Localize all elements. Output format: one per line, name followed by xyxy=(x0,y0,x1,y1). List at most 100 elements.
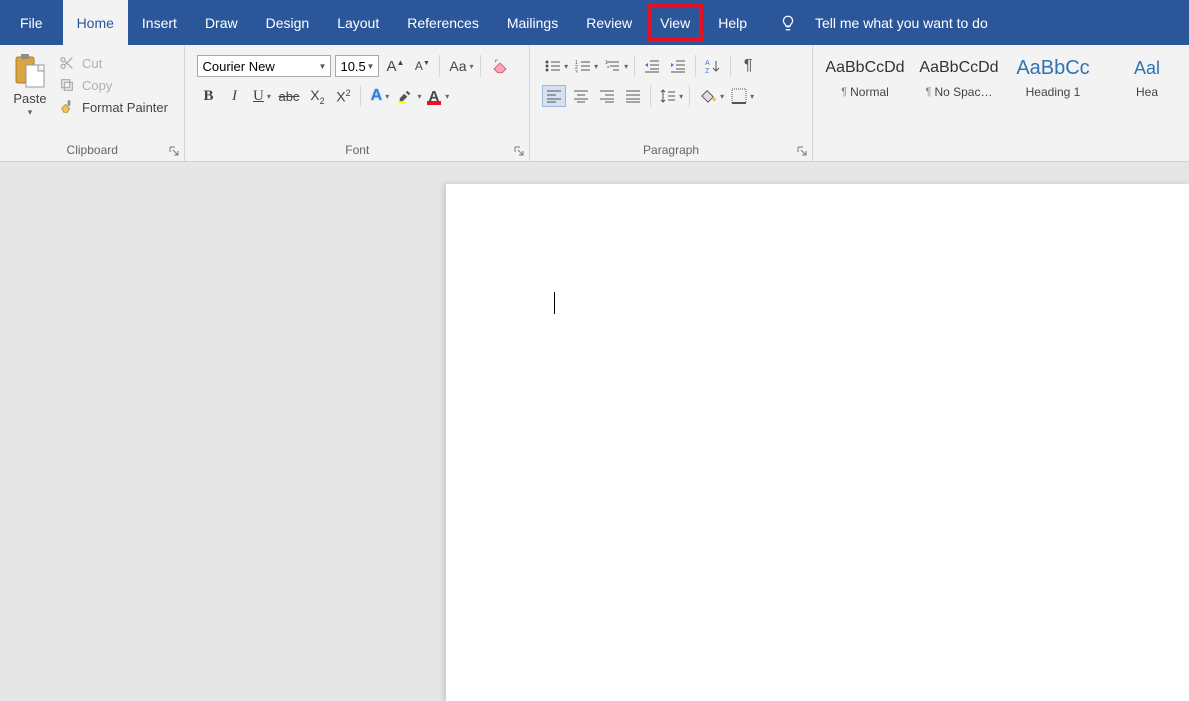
clipboard-launcher[interactable] xyxy=(168,145,180,157)
change-case-button[interactable]: Aa▾ xyxy=(446,55,473,77)
bold-button[interactable]: B xyxy=(197,85,219,107)
paste-dropdown-icon[interactable]: ▾ xyxy=(28,107,33,118)
sort-icon: AZ xyxy=(705,58,721,74)
italic-button[interactable]: I xyxy=(223,85,245,107)
font-launcher[interactable] xyxy=(513,145,525,157)
paragraph-launcher[interactable] xyxy=(796,145,808,157)
style-name: Heading 1 xyxy=(1026,85,1081,99)
clear-formatting-button[interactable] xyxy=(487,55,513,77)
svg-text:Z: Z xyxy=(705,68,710,74)
multilevel-list-button[interactable]: 1a▾ xyxy=(602,55,628,77)
document-workspace xyxy=(0,162,1189,701)
style-tile-3[interactable]: AalHea xyxy=(1105,51,1189,99)
style-sample: AaBbCcDd xyxy=(825,51,904,85)
font-size-combo[interactable]: 10.5 ▼ xyxy=(335,55,379,77)
show-hide-pilcrow-button[interactable]: ¶ xyxy=(737,55,759,77)
tab-mailings[interactable]: Mailings xyxy=(493,0,572,45)
tab-view[interactable]: View xyxy=(646,0,704,45)
increase-indent-button[interactable] xyxy=(667,55,689,77)
align-center-icon xyxy=(573,89,589,103)
format-painter-button[interactable]: Format Painter xyxy=(58,99,168,115)
borders-button[interactable]: ▾ xyxy=(728,85,754,107)
numbering-button[interactable]: 123▾ xyxy=(572,55,598,77)
tab-draw[interactable]: Draw xyxy=(191,0,252,45)
chevron-down-icon: ▼ xyxy=(319,62,327,71)
style-tile-1[interactable]: AaBbCcDd¶No Spac… xyxy=(917,51,1001,99)
shading-button[interactable]: ▾ xyxy=(696,85,724,107)
tab-design[interactable]: Design xyxy=(252,0,324,45)
ribbon-tabs: File Home Insert Draw Design Layout Refe… xyxy=(0,0,1189,45)
style-tile-2[interactable]: AaBbCcHeading 1 xyxy=(1011,51,1095,99)
justify-button[interactable] xyxy=(622,85,644,107)
lightbulb-icon xyxy=(761,0,805,45)
workspace-gutter xyxy=(0,162,446,701)
copy-button: Copy xyxy=(58,77,168,93)
tab-layout[interactable]: Layout xyxy=(323,0,393,45)
tab-references[interactable]: References xyxy=(393,0,493,45)
text-cursor xyxy=(554,292,555,314)
style-sample: AaBbCc xyxy=(1016,51,1089,85)
decrease-indent-button[interactable] xyxy=(641,55,663,77)
group-clipboard: Paste ▾ Cut Copy xyxy=(0,45,185,161)
tab-file[interactable]: File xyxy=(0,0,63,45)
tab-help[interactable]: Help xyxy=(704,0,761,45)
group-font: Courier New ▼ 10.5 ▼ A▲ A▼ Aa xyxy=(185,45,530,161)
strikethrough-button[interactable]: abc xyxy=(275,85,302,107)
cut-button: Cut xyxy=(58,55,168,71)
document-page[interactable] xyxy=(446,184,1189,701)
bullet-list-icon xyxy=(545,59,561,73)
underline-button[interactable]: U▾ xyxy=(249,85,271,107)
highlighter-icon xyxy=(396,87,414,105)
paste-icon xyxy=(14,53,46,89)
line-spacing-button[interactable]: ▾ xyxy=(657,85,683,107)
style-sample: AaBbCcDd xyxy=(919,51,998,85)
text-effects-button[interactable]: A▾ xyxy=(367,85,389,107)
align-center-button[interactable] xyxy=(570,85,592,107)
group-paragraph: ▾ 123▾ 1a▾ xyxy=(530,45,813,161)
shrink-font-button[interactable]: A▼ xyxy=(411,55,433,77)
svg-text:a: a xyxy=(607,64,610,69)
ribbon: Paste ▾ Cut Copy xyxy=(0,45,1189,162)
tab-review[interactable]: Review xyxy=(572,0,646,45)
eraser-icon xyxy=(490,57,510,75)
copy-icon xyxy=(58,77,76,93)
style-tile-0[interactable]: AaBbCcDd¶Normal xyxy=(823,51,907,99)
align-left-icon xyxy=(546,89,562,103)
group-label-clipboard: Clipboard xyxy=(0,141,184,161)
svg-text:3: 3 xyxy=(575,70,578,73)
style-name: ¶No Spac… xyxy=(926,85,993,99)
style-sample: Aal xyxy=(1134,51,1160,85)
align-right-icon xyxy=(599,89,615,103)
align-right-button[interactable] xyxy=(596,85,618,107)
paint-bucket-icon xyxy=(699,88,717,104)
paintbrush-icon xyxy=(58,99,76,115)
outdent-icon xyxy=(644,59,660,73)
grow-font-button[interactable]: A▲ xyxy=(383,55,407,77)
paste-button[interactable]: Paste ▾ xyxy=(6,49,54,118)
tell-me-search[interactable]: Tell me what you want to do xyxy=(805,0,998,45)
paste-label: Paste xyxy=(13,91,46,106)
subscript-button[interactable]: X2 xyxy=(306,85,328,107)
group-styles: AaBbCcDd¶NormalAaBbCcDd¶No Spac…AaBbCcHe… xyxy=(813,45,1189,161)
group-label-paragraph: Paragraph xyxy=(530,141,812,161)
group-label-font: Font xyxy=(185,141,529,161)
superscript-button[interactable]: X2 xyxy=(332,85,354,107)
style-name: ¶Normal xyxy=(841,85,889,99)
font-name-combo[interactable]: Courier New ▼ xyxy=(197,55,331,77)
bullets-button[interactable]: ▾ xyxy=(542,55,568,77)
highlight-button[interactable]: ▾ xyxy=(393,85,421,107)
sort-button[interactable]: AZ xyxy=(702,55,724,77)
svg-text:A: A xyxy=(705,60,710,67)
chevron-down-icon: ▼ xyxy=(367,62,375,71)
tab-home[interactable]: Home xyxy=(63,0,128,45)
justify-icon xyxy=(625,89,641,103)
align-left-button[interactable] xyxy=(542,85,566,107)
borders-icon xyxy=(731,88,747,104)
indent-icon xyxy=(670,59,686,73)
tab-insert[interactable]: Insert xyxy=(128,0,191,45)
multilevel-list-icon: 1a xyxy=(605,59,621,73)
style-name: Hea xyxy=(1136,85,1158,99)
line-spacing-icon xyxy=(660,88,676,104)
font-color-button[interactable]: A ▾ xyxy=(425,85,449,107)
scissors-icon xyxy=(58,55,76,71)
